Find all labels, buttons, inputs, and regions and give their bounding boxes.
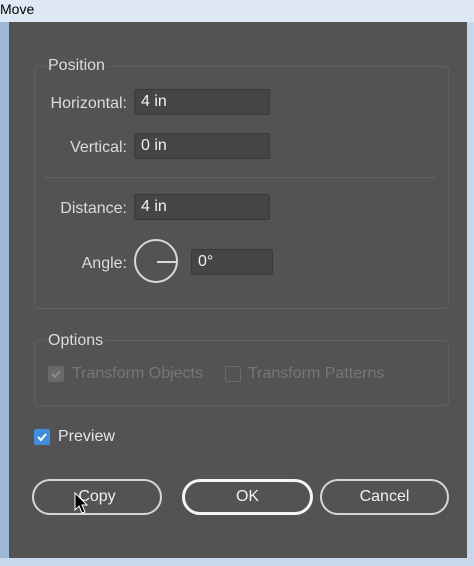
horizontal-label: Horizontal: <box>50 95 127 112</box>
angle-label: Angle: <box>81 255 127 272</box>
window-frame-right <box>467 22 474 566</box>
options-group-title: Options <box>46 332 106 350</box>
horizontal-field[interactable]: 4 in <box>134 89 270 115</box>
vertical-field[interactable]: 0 in <box>134 133 270 159</box>
preview-label: Preview <box>58 428 115 445</box>
copy-button[interactable]: Copy <box>32 479 162 515</box>
angle-dial-needle <box>157 261 178 263</box>
cancel-button[interactable]: Cancel <box>320 479 449 515</box>
position-group-title: Position <box>46 57 107 75</box>
vertical-label: Vertical: <box>70 139 127 156</box>
title-bar[interactable]: Move <box>0 0 474 23</box>
transform-objects-label: Transform Objects <box>72 365 203 382</box>
move-dialog: Position Horizontal: 4 in Vertical: 0 in… <box>9 22 467 558</box>
preview-checkbox[interactable] <box>34 429 50 445</box>
window-frame-bottom <box>0 558 474 566</box>
distance-label: Distance: <box>60 200 127 217</box>
window-title: Move <box>0 1 35 17</box>
window-frame-left <box>0 22 9 566</box>
transform-objects-checkbox[interactable] <box>48 366 64 382</box>
transform-patterns-checkbox[interactable] <box>225 366 241 382</box>
transform-patterns-label: Transform Patterns <box>248 365 385 382</box>
angle-dial-icon[interactable] <box>134 239 178 283</box>
distance-field[interactable]: 4 in <box>134 194 270 220</box>
position-divider <box>44 177 436 178</box>
angle-field[interactable]: 0° <box>191 249 273 275</box>
ok-button[interactable]: OK <box>182 479 313 515</box>
mouse-pointer-icon <box>74 492 89 514</box>
